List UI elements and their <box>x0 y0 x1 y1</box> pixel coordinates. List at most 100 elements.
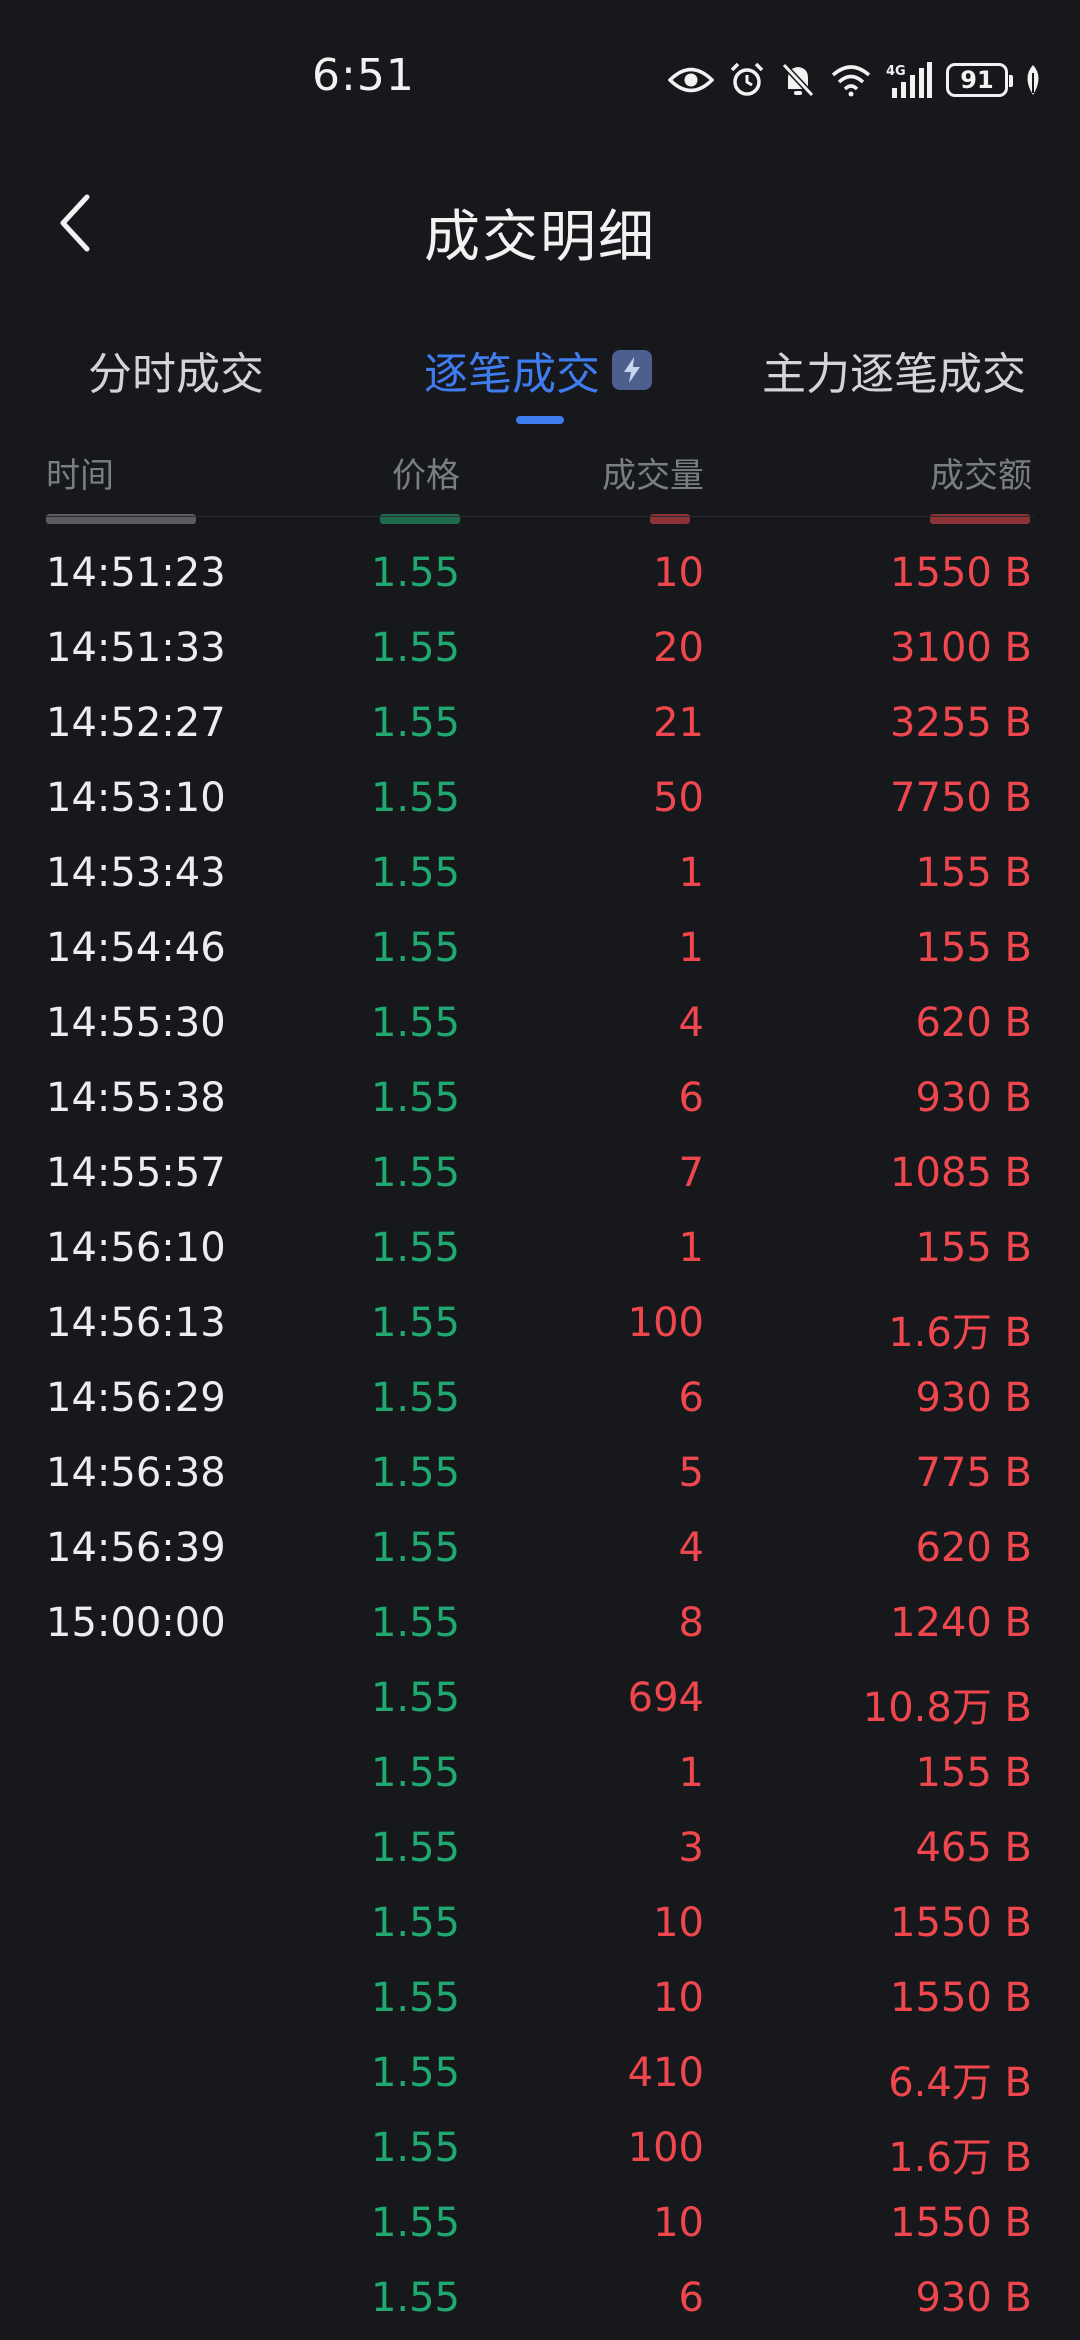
trade-row: 1.55 10 1550 B <box>0 1888 1080 1963</box>
trade-row: 15:00:00 1.55 8 1240 B <box>0 1588 1080 1663</box>
trade-price: 1.55 <box>370 1075 460 1121</box>
trade-volume: 20 <box>653 625 704 671</box>
trade-row: 14:55:57 1.55 7 1085 B <box>0 1138 1080 1213</box>
trade-list[interactable]: 14:51:23 1.55 10 1550 B 14:51:33 1.55 20 3100 B… <box>0 500 1080 2340</box>
trade-volume: 50 <box>653 775 704 821</box>
trade-amount: 155 B <box>915 1225 1032 1271</box>
tab-time-sharing[interactable]: 分时成交 <box>88 338 264 402</box>
trade-volume: 694 <box>627 1675 704 1721</box>
column-header-price: 价格 <box>392 456 460 496</box>
tab-tick-by-tick[interactable]: 逐笔成交 <box>424 338 652 402</box>
trade-volume: 1 <box>678 925 704 971</box>
trade-price: 1.55 <box>370 1225 460 1271</box>
trade-volume: 10 <box>653 550 704 596</box>
trade-time: 14:51:33 <box>46 625 226 671</box>
column-header-volume: 成交量 <box>602 456 704 496</box>
trade-amount: 1550 B <box>890 1975 1032 2021</box>
trade-volume: 10 <box>653 1975 704 2021</box>
trade-amount: 930 B <box>915 1375 1032 1421</box>
trade-amount: 3100 B <box>890 625 1032 671</box>
trade-time: 14:56:13 <box>46 1300 226 1346</box>
trade-price: 1.55 <box>370 1900 460 1946</box>
trade-row: 14:56:39 1.55 4 620 B <box>0 1513 1080 1588</box>
trade-time: 15:00:00 <box>46 1600 226 1646</box>
trade-row: 14:56:29 1.55 6 930 B <box>0 1363 1080 1438</box>
trade-price: 1.55 <box>370 1150 460 1196</box>
trade-row: 1.55 1 155 B <box>0 1738 1080 1813</box>
trade-row: 14:55:38 1.55 6 930 B <box>0 1063 1080 1138</box>
trade-volume: 10 <box>653 2200 704 2246</box>
trade-volume: 1 <box>678 1750 704 1796</box>
trade-volume: 4 <box>678 1000 704 1046</box>
trade-price: 1.55 <box>370 1825 460 1871</box>
trade-volume: 410 <box>627 2050 704 2096</box>
trade-amount: 930 B <box>915 2275 1032 2321</box>
trade-volume: 5 <box>678 1450 704 1496</box>
trade-row: 14:56:13 1.55 100 1.6万 B <box>0 1288 1080 1363</box>
header: 成交明细 <box>0 160 1080 290</box>
trade-price: 1.55 <box>370 1450 460 1496</box>
trade-row: 1.55 10 1550 B <box>0 2188 1080 2263</box>
active-tab-indicator <box>516 416 564 424</box>
trade-row: 1.55 6 930 B <box>0 2263 1080 2338</box>
trade-time: 14:54:46 <box>46 925 226 971</box>
trade-row: 14:56:38 1.55 5 775 B <box>0 1438 1080 1513</box>
column-headers: 时间 价格 成交量 成交额 <box>0 440 1080 500</box>
trade-time: 14:55:30 <box>46 1000 226 1046</box>
trade-amount: 620 B <box>915 1000 1032 1046</box>
trade-price: 1.55 <box>370 700 460 746</box>
leaf-icon <box>1022 63 1044 97</box>
trade-price: 1.55 <box>370 2050 460 2096</box>
trade-price: 1.55 <box>370 1300 460 1346</box>
trade-price: 1.55 <box>370 625 460 671</box>
trade-row: 14:53:10 1.55 50 7750 B <box>0 763 1080 838</box>
tab-main-force-tick[interactable]: 主力逐笔成交 <box>762 338 1026 402</box>
tab-bar: 分时成交 逐笔成交 主力逐笔成交 <box>0 320 1080 430</box>
trade-amount: 1240 B <box>890 1600 1032 1646</box>
signal-icon: 4G <box>886 62 932 98</box>
trade-volume: 6 <box>678 1075 704 1121</box>
trade-volume: 100 <box>627 2125 704 2171</box>
trade-time: 14:56:10 <box>46 1225 226 1271</box>
trade-row: 1.55 100 1.6万 B <box>0 2113 1080 2188</box>
trade-amount: 1550 B <box>890 2200 1032 2246</box>
column-header-amount: 成交额 <box>930 456 1032 496</box>
trade-amount: 155 B <box>915 1750 1032 1796</box>
trade-volume: 100 <box>627 1300 704 1346</box>
eye-icon <box>668 65 714 95</box>
trade-amount: 930 B <box>915 1075 1032 1121</box>
bell-off-icon <box>780 61 816 99</box>
trade-amount: 1.6万 B <box>888 2135 1032 2181</box>
trade-price: 1.55 <box>370 550 460 596</box>
trade-price: 1.55 <box>370 1975 460 2021</box>
header-divider <box>46 516 1034 517</box>
alarm-icon <box>728 61 766 99</box>
trade-amount: 620 B <box>915 1525 1032 1571</box>
trade-volume: 6 <box>678 1375 704 1421</box>
trade-row: 14:54:46 1.55 1 155 B <box>0 913 1080 988</box>
trade-volume: 6 <box>678 2275 704 2321</box>
trade-amount: 7750 B <box>890 775 1032 821</box>
trade-time: 14:56:38 <box>46 1450 226 1496</box>
trade-row: 14:51:23 1.55 10 1550 B <box>0 538 1080 613</box>
lightning-icon <box>612 350 652 390</box>
trade-amount: 465 B <box>915 1825 1032 1871</box>
trade-amount: 775 B <box>915 1450 1032 1496</box>
status-bar: 6:51 4G 91 <box>0 0 1080 160</box>
trade-amount: 3255 B <box>890 700 1032 746</box>
trade-row: 1.55 694 10.8万 B <box>0 1663 1080 1738</box>
trade-price: 1.55 <box>370 2200 460 2246</box>
trade-row: 14:51:33 1.55 20 3100 B <box>0 613 1080 688</box>
trade-volume: 7 <box>678 1150 704 1196</box>
trade-time: 14:55:38 <box>46 1075 226 1121</box>
status-time: 6:51 <box>312 50 415 101</box>
trade-price: 1.55 <box>370 1750 460 1796</box>
trade-row: 14:56:10 1.55 1 155 B <box>0 1213 1080 1288</box>
trade-time: 14:53:10 <box>46 775 226 821</box>
trade-time: 14:56:29 <box>46 1375 226 1421</box>
trade-price: 1.55 <box>370 2275 460 2321</box>
trade-price: 1.55 <box>370 925 460 971</box>
svg-text:4G: 4G <box>886 64 906 79</box>
trade-row: 1.55 3 465 B <box>0 1813 1080 1888</box>
trade-volume: 21 <box>653 700 704 746</box>
